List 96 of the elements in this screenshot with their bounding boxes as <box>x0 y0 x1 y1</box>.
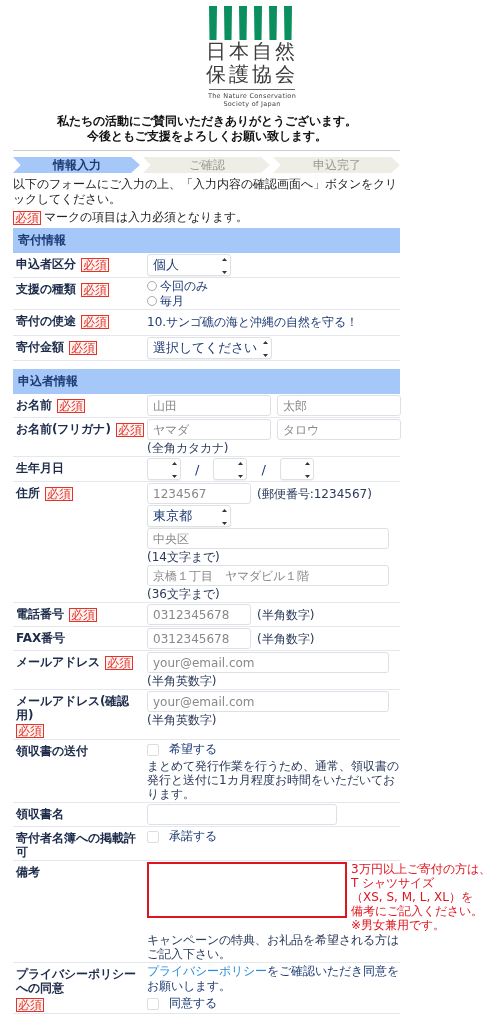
radio-button[interactable] <box>147 296 157 306</box>
logo-icon <box>209 6 295 40</box>
checkbox-label: 承諾する <box>169 828 217 845</box>
required-badge: 必須 <box>105 656 133 670</box>
section-header: 申込者情報 <box>13 369 400 394</box>
note-text: （XS, S, M, L, XL）を <box>351 890 474 904</box>
step-indicator: 情報入力 <box>13 157 140 173</box>
required-badge: 必須 <box>81 258 109 272</box>
radio-label: 毎月 <box>160 294 184 308</box>
greeting-text: 私たちの活動にご賛同いただきありがとうございます。 <box>55 114 358 129</box>
consent-text: プライバシーポリシーをご確認いただき同意をお願いします。 <box>147 964 400 994</box>
text-field[interactable]: 0312345678 <box>147 628 251 649</box>
required-badge: 必須 <box>115 423 144 437</box>
required-note: マークの項目は入力必須となります。 <box>44 209 248 226</box>
privacy-policy-link[interactable]: プライバシーポリシー <box>147 964 267 978</box>
text-field[interactable] <box>147 804 337 825</box>
select-arrows-icon <box>304 462 310 478</box>
hint-text: (14文字まで) <box>147 550 220 564</box>
hint-text: (全角カタカナ) <box>147 441 229 455</box>
required-badge: 必須 <box>16 724 44 738</box>
select-arrows-icon <box>172 462 177 478</box>
hint-text: (郵便番号:1234567) <box>257 486 372 501</box>
step-indicator: 申込完了 <box>273 157 400 173</box>
hint-text: (半角英数字) <box>147 674 217 688</box>
value-text: 10.サンゴ礁の海と沖縄の自然を守る！ <box>147 314 359 331</box>
field-label: メールアドレス(確認用) <box>16 694 131 722</box>
hint-text: (半角数字) <box>257 607 315 622</box>
required-badge: 必須 <box>13 210 41 225</box>
text-field[interactable]: タロウ <box>277 419 401 440</box>
field-label: 寄付の使途 <box>16 314 76 328</box>
required-badge: 必須 <box>81 283 109 297</box>
select-arrows-icon <box>263 341 268 357</box>
hint-text: (36文字まで) <box>147 587 220 601</box>
text-field[interactable]: ヤマダ <box>147 419 271 440</box>
text-field[interactable]: 太郎 <box>277 395 401 416</box>
select-arrows-icon <box>222 258 227 274</box>
field-label: プライバシーポリシーへの同意 <box>16 967 137 995</box>
note-text: ※男女兼用です。 <box>351 918 447 932</box>
select-field[interactable]: 東京都 <box>147 505 231 527</box>
text-field[interactable]: 京橋１丁目 ヤマダビル１階 <box>147 565 389 586</box>
select-field[interactable] <box>147 458 181 480</box>
field-label: 備考 <box>16 865 40 879</box>
text-field[interactable]: your@email.com <box>147 691 389 712</box>
logo-text: 日本自然 <box>206 40 298 63</box>
field-label: お名前(フリガナ) <box>16 422 111 436</box>
field-label: 領収書の送付 <box>16 744 88 758</box>
text-field[interactable]: 中央区 <box>147 528 389 549</box>
select-arrows-icon <box>222 509 227 525</box>
field-label: お名前 <box>16 398 52 412</box>
hint-text: キャンペーンの特典、お礼品を希望される方はご記入下さい。 <box>147 933 400 961</box>
text-field[interactable]: your@email.com <box>147 652 389 673</box>
field-label: 電話番号 <box>16 607 64 621</box>
slash-separator: / <box>260 461 267 477</box>
field-label: 住所 <box>16 486 40 500</box>
text-area[interactable] <box>147 862 347 918</box>
text-field[interactable]: 0312345678 <box>147 604 251 625</box>
field-label: 支援の種類 <box>16 282 76 296</box>
note-text: 備考にご記入ください。 <box>351 904 484 918</box>
hint-text: (半角英数字) <box>147 713 217 727</box>
field-label: 寄付者名簿への掲載許可 <box>16 831 137 859</box>
select-arrows-icon <box>238 462 244 478</box>
select-field[interactable] <box>279 458 314 480</box>
logo-text: 保護協会 <box>206 63 298 86</box>
radio-button[interactable] <box>147 281 157 291</box>
required-badge: 必須 <box>45 487 73 501</box>
hint-text: (半角数字) <box>257 631 315 646</box>
radio-label: 今回のみ <box>160 279 208 293</box>
field-label: 寄付金額 <box>16 340 64 354</box>
field-label: 生年月日 <box>16 461 64 475</box>
required-badge: 必須 <box>81 315 109 329</box>
checkbox[interactable] <box>147 743 159 756</box>
checkbox-label: 同意する <box>169 995 217 1012</box>
required-badge: 必須 <box>69 608 97 622</box>
checkbox-label: 希望する <box>169 741 217 758</box>
instruction-text: 以下のフォームにご入力の上、「入力内容の確認画面へ」ボタンをクリックしてください。 <box>13 177 398 207</box>
select-field[interactable]: 選択してください <box>147 337 272 359</box>
field-label: メールアドレス <box>16 655 100 669</box>
required-badge: 必須 <box>57 399 85 413</box>
required-badge: 必須 <box>69 341 97 355</box>
step-indicator: ご確認 <box>143 157 270 173</box>
checkbox[interactable] <box>147 830 159 843</box>
section-header: 寄付情報 <box>13 228 400 253</box>
select-field[interactable]: 個人 <box>147 254 231 276</box>
text-field[interactable]: 1234567 <box>147 483 251 504</box>
slash-separator: / <box>194 461 201 477</box>
text-field[interactable]: 山田 <box>147 395 271 416</box>
hint-text: まとめて発行作業を行うため、通常、領収書の発行と送付に1カ月程度お時間をいただいております。 <box>147 759 400 801</box>
greeting-text: 今後ともご支援をよろしくお願い致します。 <box>85 129 328 144</box>
checkbox[interactable] <box>147 997 159 1010</box>
field-label: 領収書名 <box>16 807 64 821</box>
field-label: FAX番号 <box>16 631 66 645</box>
note-text: T シャツサイズ <box>351 876 436 890</box>
note-text: 3万円以上ご寄付の方は、 <box>351 862 491 876</box>
required-badge: 必須 <box>16 997 44 1012</box>
select-field[interactable] <box>213 458 248 480</box>
field-label: 申込者区分 <box>16 257 76 271</box>
